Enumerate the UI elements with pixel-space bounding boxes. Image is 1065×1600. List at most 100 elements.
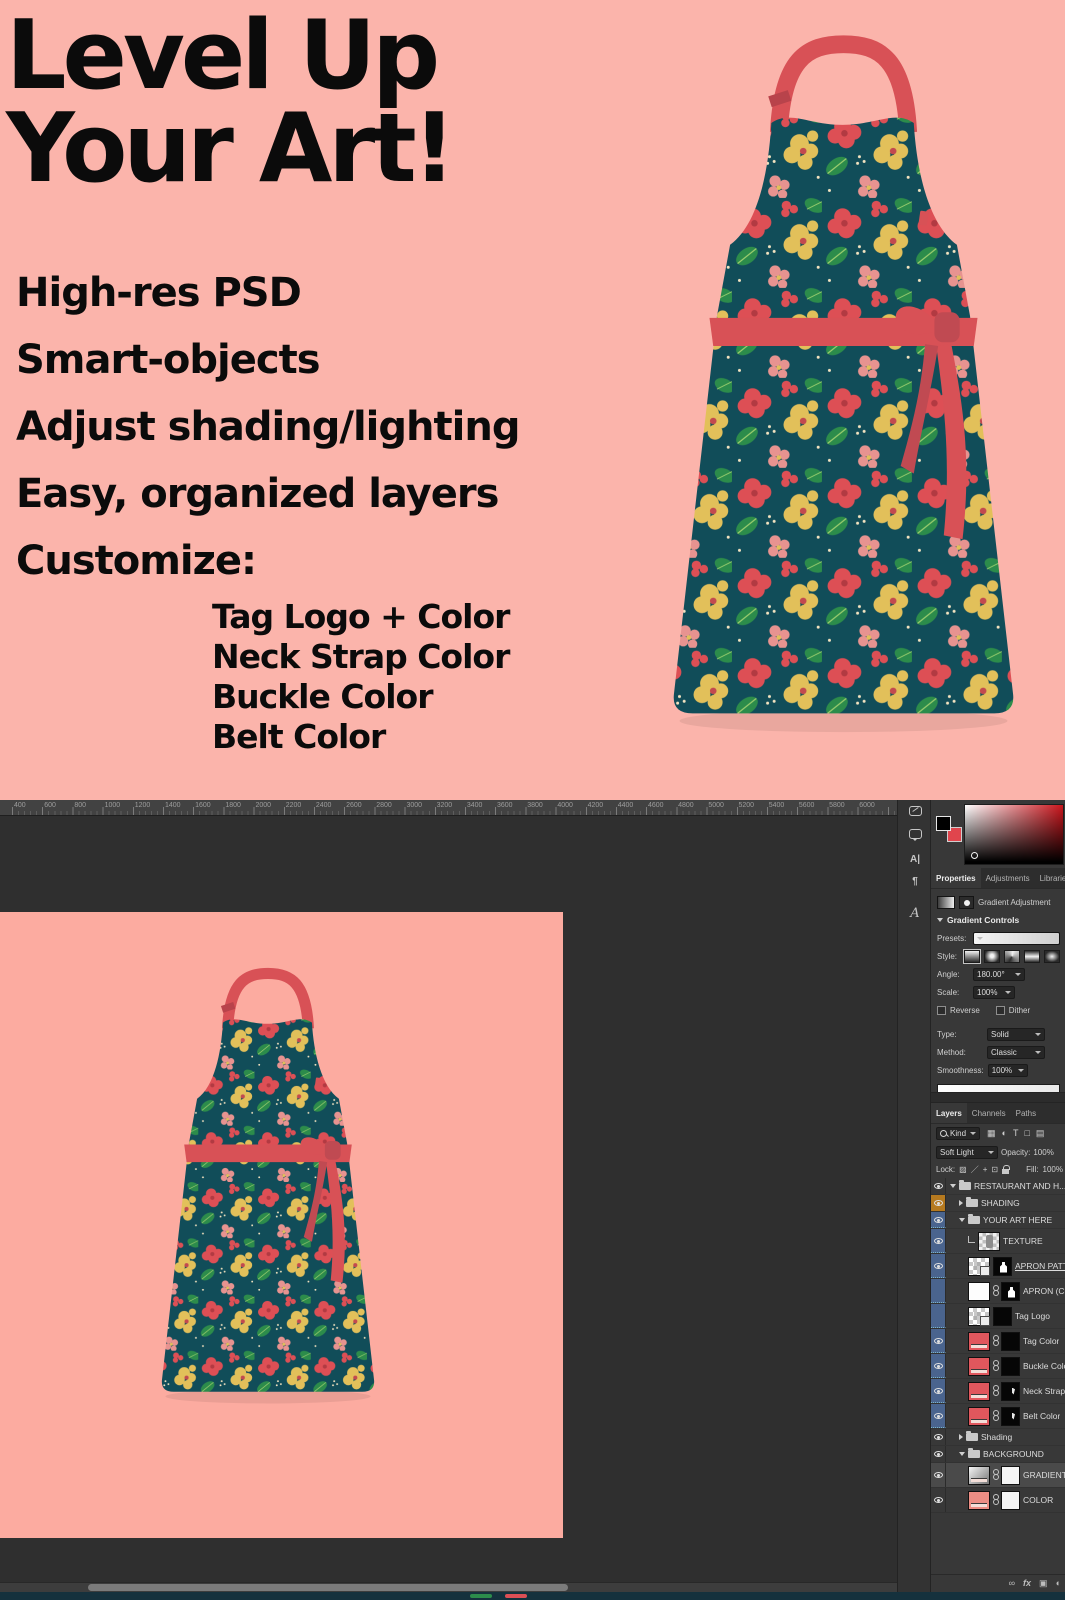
layer-row[interactable]: Buckle Color — [931, 1354, 1065, 1379]
layer-name[interactable]: GRADIENT — [1023, 1470, 1065, 1480]
mask-link-icon[interactable] — [993, 1360, 998, 1372]
layer-row[interactable]: Tag Color — [931, 1329, 1065, 1354]
visibility-cell[interactable] — [931, 1429, 946, 1445]
layer-name[interactable]: BACKGROUND — [983, 1449, 1044, 1459]
layer-name[interactable]: TEXTURE — [1003, 1236, 1043, 1246]
panel-tab[interactable]: Paths — [1011, 1103, 1041, 1123]
gradient-style-button[interactable] — [1044, 950, 1060, 963]
type-dropdown[interactable]: Solid — [987, 1028, 1045, 1041]
layer-name[interactable]: Shading — [981, 1432, 1012, 1442]
layer-row[interactable]: YOUR ART HERE — [931, 1212, 1065, 1229]
layer-row[interactable]: Belt Color — [931, 1404, 1065, 1429]
layers-footer-icon[interactable]: ◐ — [1056, 1579, 1061, 1588]
layer-row[interactable]: SHADING — [931, 1195, 1065, 1212]
mask-link-icon[interactable] — [993, 1285, 998, 1297]
eye-icon[interactable] — [934, 1183, 943, 1189]
layer-filter-icon[interactable]: ◐ — [1002, 1129, 1007, 1138]
mask-link-icon[interactable] — [993, 1335, 998, 1347]
eye-icon[interactable] — [934, 1263, 943, 1269]
eye-icon[interactable] — [934, 1338, 943, 1344]
eye-icon[interactable] — [934, 1413, 943, 1419]
layer-filter-icon[interactable]: □ — [1024, 1129, 1029, 1138]
method-dropdown[interactable]: Classic — [987, 1046, 1045, 1059]
character-panel-icon[interactable]: A| — [898, 854, 932, 865]
lock-artboard-icon[interactable]: ⊡ — [991, 1166, 998, 1174]
gradient-style-button[interactable] — [1024, 950, 1040, 963]
fill-value[interactable]: 100% — [1043, 1165, 1063, 1174]
eye-icon[interactable] — [934, 1451, 943, 1457]
eye-icon[interactable] — [934, 1363, 943, 1369]
panel-tab[interactable]: Layers — [931, 1103, 967, 1123]
mask-link-icon[interactable] — [993, 1385, 998, 1397]
layer-name[interactable]: RESTAURANT AND H...EN APR — [974, 1181, 1065, 1191]
layer-mask-thumbnail[interactable] — [993, 1307, 1012, 1326]
panel-tab[interactable]: Properties — [931, 868, 981, 888]
eye-icon[interactable] — [934, 1388, 943, 1394]
blend-mode-dropdown[interactable]: Soft Light — [936, 1146, 998, 1159]
gradient-style-button[interactable] — [1004, 950, 1020, 963]
horizontal-scrollbar-thumb[interactable] — [88, 1584, 568, 1591]
eye-icon[interactable] — [934, 1472, 943, 1478]
layer-thumbnail[interactable] — [968, 1257, 990, 1276]
layer-name[interactable]: APRON PATT — [1015, 1261, 1065, 1271]
layer-row[interactable]: Tag Logo — [931, 1304, 1065, 1329]
layer-filter-icon[interactable]: ▤ — [1036, 1129, 1045, 1138]
visibility-cell[interactable] — [931, 1254, 946, 1278]
lock-move-icon[interactable]: + — [983, 1166, 988, 1174]
layer-mask-thumbnail[interactable] — [1001, 1407, 1020, 1426]
mask-link-icon[interactable] — [993, 1494, 998, 1506]
opacity-value[interactable]: 100% — [1033, 1148, 1053, 1157]
gradient-style-button[interactable] — [964, 950, 980, 963]
visibility-cell[interactable] — [931, 1354, 946, 1378]
visibility-cell[interactable] — [931, 1488, 946, 1512]
gradient-controls-header[interactable]: Gradient Controls — [937, 911, 1060, 929]
visibility-cell[interactable] — [931, 1446, 946, 1462]
layer-row[interactable]: APRON PATT — [931, 1254, 1065, 1279]
color-cursor[interactable] — [971, 852, 978, 859]
layer-mask-thumbnail[interactable] — [1001, 1491, 1020, 1510]
layer-mask-thumbnail[interactable] — [993, 1257, 1012, 1276]
layers-footer-icon[interactable]: fx — [1023, 1579, 1031, 1588]
dither-checkbox[interactable] — [996, 1006, 1005, 1015]
foreground-background-swatches[interactable] — [936, 816, 962, 842]
layer-mask-thumbnail[interactable] — [1001, 1332, 1020, 1351]
lock-transparency-icon[interactable]: ▨ — [959, 1166, 967, 1174]
eye-icon[interactable] — [934, 1200, 943, 1206]
visibility-cell[interactable] — [931, 1304, 946, 1328]
layer-thumbnail[interactable] — [968, 1357, 990, 1376]
paragraph-panel-icon[interactable]: ¶ — [898, 876, 932, 887]
layer-thumbnail[interactable] — [968, 1332, 990, 1351]
panel-tab[interactable]: Libraries — [1035, 868, 1065, 888]
layers-footer-icon[interactable]: ▣ — [1039, 1579, 1048, 1588]
layer-mask-thumbnail[interactable] — [1001, 1382, 1020, 1401]
panel-tab[interactable]: Adjustments — [981, 868, 1035, 888]
layer-thumbnail[interactable] — [968, 1407, 990, 1426]
visibility-cell[interactable] — [931, 1195, 946, 1211]
layer-mask-thumbnail[interactable] — [1001, 1282, 1020, 1301]
mask-link-icon[interactable] — [993, 1469, 998, 1481]
layer-name[interactable]: Tag Color — [1023, 1336, 1059, 1346]
layer-row[interactable]: RESTAURANT AND H...EN APR — [931, 1178, 1065, 1195]
visibility-cell[interactable] — [931, 1404, 946, 1428]
visibility-cell[interactable] — [931, 1279, 946, 1303]
angle-dropdown[interactable]: 180.00° — [973, 968, 1025, 981]
layer-name[interactable]: SHADING — [981, 1198, 1020, 1208]
eye-icon[interactable] — [934, 1238, 943, 1244]
group-expanded-icon[interactable] — [950, 1184, 956, 1188]
scale-dropdown[interactable]: 100% — [973, 986, 1015, 999]
visibility-cell[interactable] — [931, 1463, 946, 1487]
layer-mask-thumbnail[interactable] — [1001, 1357, 1020, 1376]
comments-icon[interactable] — [898, 826, 932, 844]
layer-row[interactable]: TEXTURE — [931, 1229, 1065, 1254]
layer-row[interactable]: BACKGROUND — [931, 1446, 1065, 1463]
layer-name[interactable]: APRON (COL — [1023, 1286, 1065, 1296]
group-expanded-icon[interactable] — [959, 1218, 965, 1222]
mask-link-icon[interactable] — [993, 1410, 998, 1422]
lock-paint-icon[interactable]: ／ — [971, 1166, 979, 1174]
layer-filter-icon[interactable]: T — [1013, 1129, 1019, 1138]
layer-thumbnail[interactable] — [968, 1382, 990, 1401]
lock-all-icon[interactable] — [1002, 1169, 1009, 1174]
gradient-style-button[interactable] — [984, 950, 1000, 963]
smoothness-dropdown[interactable]: 100% — [988, 1064, 1028, 1077]
layer-mask-thumbnail[interactable] — [1001, 1466, 1020, 1485]
